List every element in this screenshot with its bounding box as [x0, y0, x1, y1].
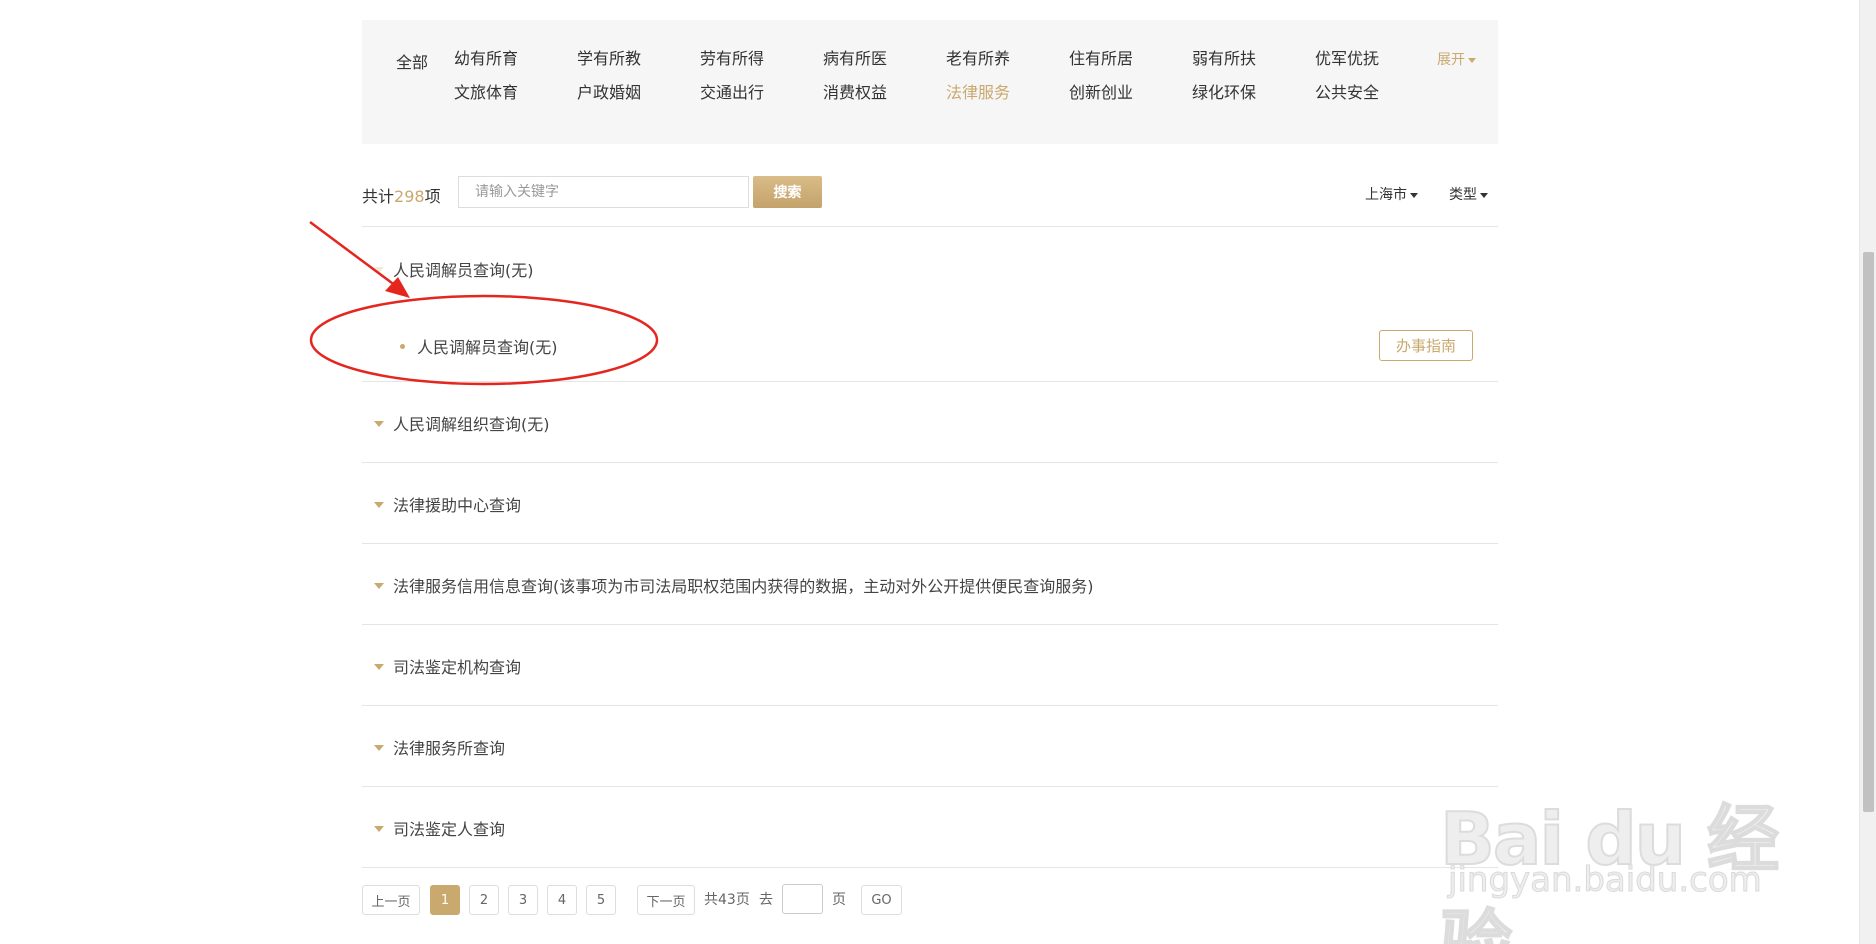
category-item[interactable]: 住有所居 — [1069, 49, 1192, 69]
city-label: 上海市 — [1365, 187, 1407, 203]
category-item[interactable]: 学有所教 — [577, 49, 700, 69]
list-group-expanded[interactable]: 人民调解员查询(无) — [374, 257, 534, 281]
page-button[interactable]: 3 — [508, 885, 538, 915]
triangle-down-icon — [374, 744, 384, 751]
chevron-down-icon — [1468, 57, 1476, 63]
category-item[interactable]: 创新创业 — [1069, 83, 1192, 103]
goto-label: 去 — [759, 892, 773, 908]
group-title: 法律服务信用信息查询(该事项为市司法局职权范围内获得的数据，主动对外公开提供便民… — [393, 577, 1094, 596]
category-filter-panel: 全部 幼有所育 学有所教 劳有所得 病有所医 老有所养 住有所居 弱有所扶 优军… — [362, 20, 1498, 144]
list-sub-item[interactable]: 人民调解员查询(无) — [400, 334, 558, 358]
divider — [362, 786, 1498, 787]
vertical-scrollbar[interactable] — [1859, 0, 1876, 944]
total-prefix: 共计 — [362, 187, 395, 206]
divider — [362, 705, 1498, 706]
bullet-icon — [400, 344, 405, 349]
next-page-button[interactable]: 下一页 — [637, 885, 695, 915]
triangle-down-icon — [374, 266, 384, 273]
category-grid: 幼有所育 学有所教 劳有所得 病有所医 老有所养 住有所居 弱有所扶 优军优抚 … — [454, 49, 1438, 103]
category-all[interactable]: 全部 — [396, 49, 428, 73]
city-dropdown[interactable]: 上海市 — [1365, 184, 1418, 204]
category-item[interactable]: 老有所养 — [946, 49, 1069, 69]
divider — [362, 543, 1498, 544]
category-item[interactable]: 病有所医 — [823, 49, 946, 69]
scrollbar-thumb[interactable] — [1863, 252, 1874, 812]
category-item[interactable]: 消费权益 — [823, 83, 946, 103]
type-dropdown[interactable]: 类型 — [1449, 184, 1488, 204]
page-button[interactable]: 5 — [586, 885, 616, 915]
divider — [362, 226, 1498, 227]
expand-label: 展开 — [1437, 52, 1465, 68]
divider — [362, 462, 1498, 463]
triangle-down-icon — [374, 501, 384, 508]
category-item[interactable]: 优军优抚 — [1315, 49, 1438, 69]
search-input[interactable] — [458, 176, 749, 208]
guide-button[interactable]: 办事指南 — [1379, 330, 1473, 361]
triangle-down-icon — [374, 825, 384, 832]
go-button[interactable]: GO — [861, 885, 902, 915]
triangle-down-icon — [374, 582, 384, 589]
watermark-url: jingyan.baidu.com — [1448, 860, 1763, 901]
page-number-input[interactable] — [782, 884, 823, 914]
prev-page-button[interactable]: 上一页 — [362, 885, 420, 915]
category-item[interactable]: 劳有所得 — [700, 49, 823, 69]
category-item[interactable]: 公共安全 — [1315, 83, 1438, 103]
search-button[interactable]: 搜索 — [753, 176, 822, 208]
chevron-down-icon — [1410, 192, 1418, 198]
group-title: 司法鉴定人查询 — [393, 820, 506, 839]
category-item[interactable]: 文旅体育 — [454, 83, 577, 103]
category-item[interactable]: 交通出行 — [700, 83, 823, 103]
page-unit-label: 页 — [832, 892, 846, 908]
list-group[interactable]: 司法鉴定人查询 — [374, 816, 505, 840]
expand-toggle[interactable]: 展开 — [1437, 49, 1476, 69]
type-label: 类型 — [1449, 187, 1477, 203]
category-item[interactable]: 绿化环保 — [1192, 83, 1315, 103]
divider — [362, 624, 1498, 625]
list-group[interactable]: 司法鉴定机构查询 — [374, 654, 521, 678]
group-title: 人民调解组织查询(无) — [393, 415, 550, 434]
sub-item-label: 人民调解员查询(无) — [417, 338, 558, 357]
watermark: Bai du 经验 jingyan.baidu.com — [1439, 740, 1800, 944]
divider — [362, 867, 1498, 868]
group-title: 法律援助中心查询 — [393, 496, 522, 515]
total-suffix: 项 — [424, 187, 441, 206]
group-title: 司法鉴定机构查询 — [393, 658, 522, 677]
group-title: 人民调解员查询(无) — [393, 261, 534, 280]
group-title: 法律服务所查询 — [393, 739, 506, 758]
list-group[interactable]: 法律服务所查询 — [374, 735, 505, 759]
category-item[interactable]: 户政婚姻 — [577, 83, 700, 103]
page-button[interactable]: 2 — [469, 885, 499, 915]
list-group[interactable]: 法律援助中心查询 — [374, 492, 521, 516]
list-group[interactable]: 人民调解组织查询(无) — [374, 411, 550, 435]
category-item-active[interactable]: 法律服务 — [946, 83, 1069, 103]
triangle-down-icon — [374, 663, 384, 670]
search-bar: 共计298项 搜索 上海市 类型 — [362, 176, 1498, 210]
total-count: 共计298项 — [362, 183, 441, 207]
total-pages: 共43页 — [704, 892, 750, 908]
total-number: 298 — [394, 187, 425, 206]
page-button-current[interactable]: 1 — [430, 885, 460, 915]
category-item[interactable]: 弱有所扶 — [1192, 49, 1315, 69]
page-button[interactable]: 4 — [547, 885, 577, 915]
triangle-down-icon — [374, 420, 384, 427]
category-item[interactable]: 幼有所育 — [454, 49, 577, 69]
list-group[interactable]: 法律服务信用信息查询(该事项为市司法局职权范围内获得的数据，主动对外公开提供便民… — [374, 573, 1094, 597]
chevron-down-icon — [1480, 192, 1488, 198]
divider — [362, 381, 1498, 382]
